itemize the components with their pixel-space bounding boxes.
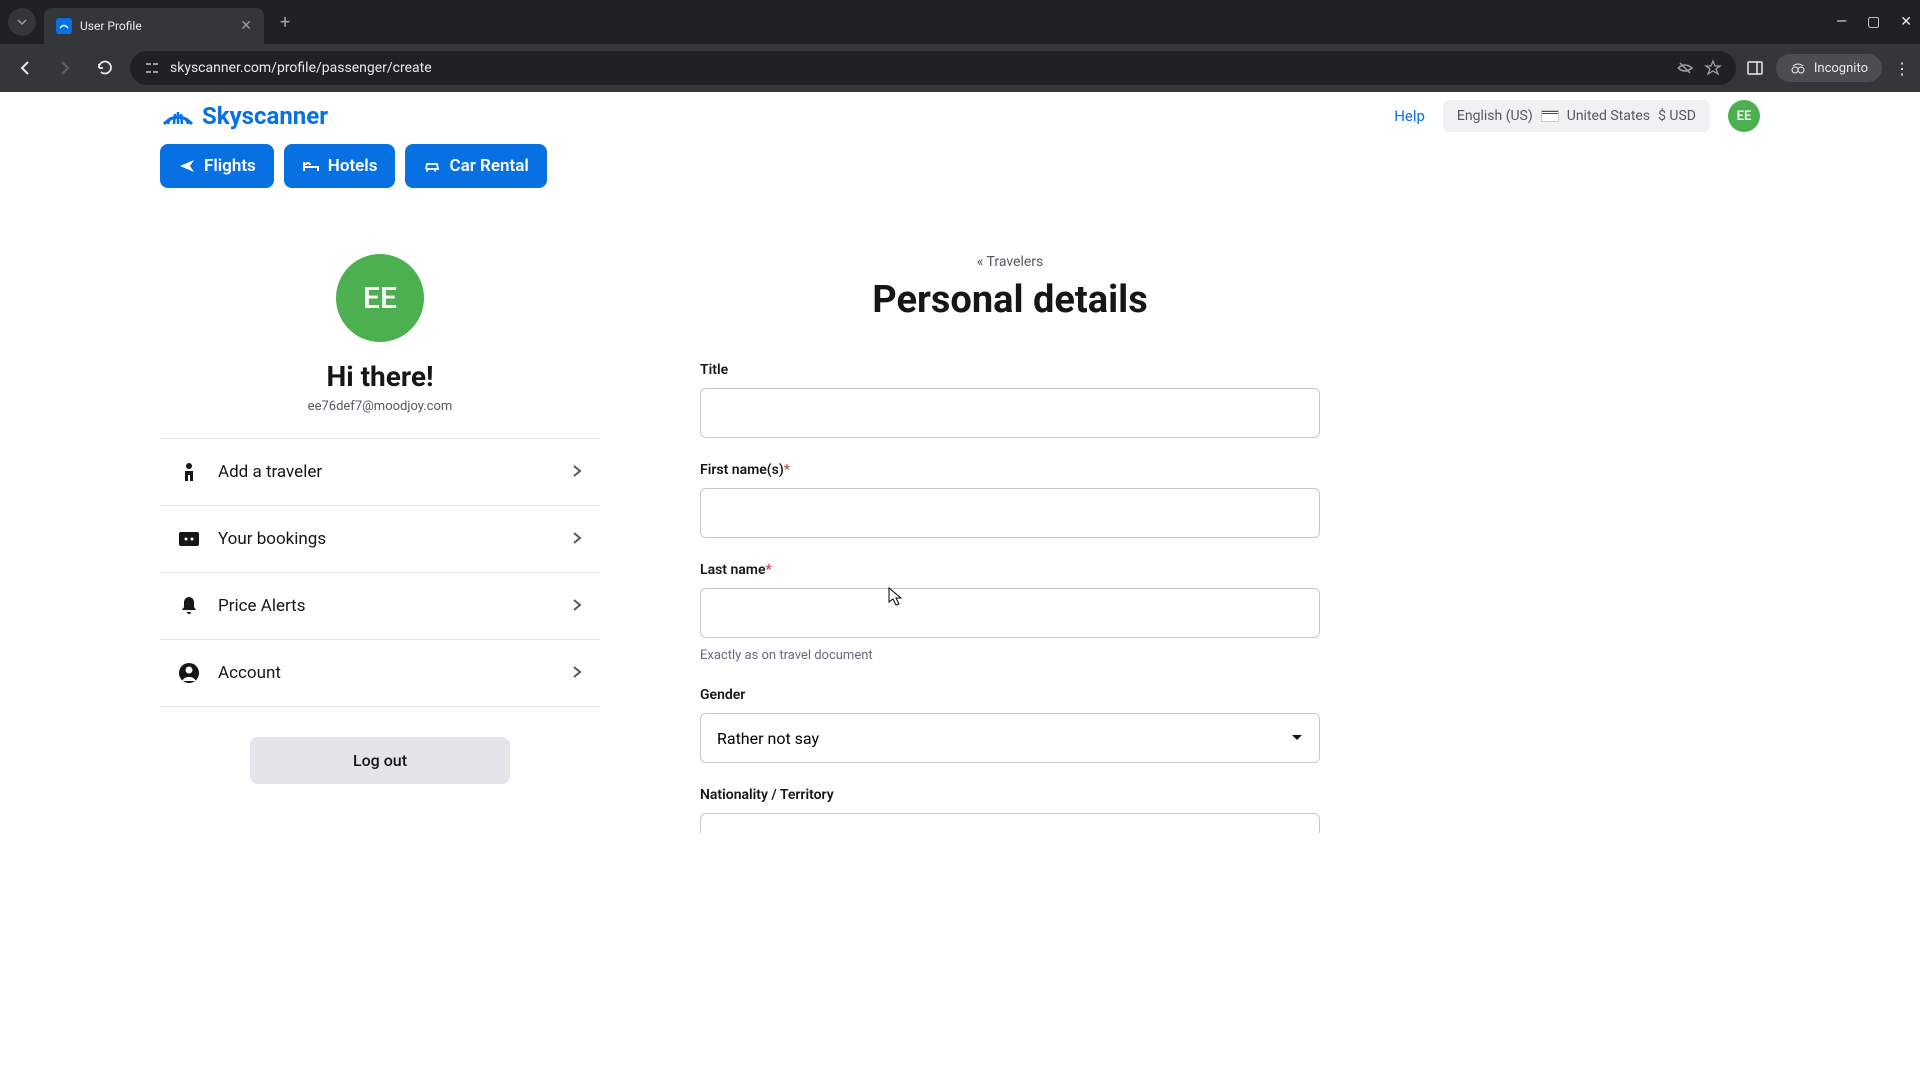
sidebar-item-account[interactable]: Account <box>160 639 600 707</box>
browser-tab-bar: User Profile ✕ + — ▢ ✕ <box>0 0 1920 44</box>
last-name-input[interactable] <box>700 588 1320 638</box>
chevron-right-icon <box>572 664 582 683</box>
tab-search-button[interactable] <box>8 8 36 36</box>
reload-button[interactable] <box>90 53 120 83</box>
url-text: skyscanner.com/profile/passenger/create <box>170 60 1666 76</box>
side-panel-icon[interactable] <box>1746 59 1764 77</box>
field-gender: Gender Rather not say <box>700 687 1320 763</box>
title-input[interactable] <box>700 388 1320 438</box>
field-last-name: Last name* Exactly as on travel document <box>700 562 1320 663</box>
new-tab-button[interactable]: + <box>280 12 290 33</box>
language-label: English (US) <box>1457 108 1533 124</box>
form-content: « Travelers Personal details Title First… <box>700 254 1320 857</box>
browser-menu-button[interactable]: ⋮ <box>1894 59 1910 78</box>
hotels-tab[interactable]: Hotels <box>284 144 396 188</box>
ticket-icon <box>178 528 200 550</box>
chevron-right-icon <box>572 530 582 549</box>
greeting-text: Hi there! <box>160 360 600 393</box>
main-content: EE Hi there! ee76def7@moodjoy.com Add a … <box>0 204 1920 907</box>
user-avatar[interactable]: EE <box>1728 100 1760 132</box>
close-tab-button[interactable]: ✕ <box>240 18 252 34</box>
arrow-left-icon <box>16 59 34 77</box>
menu-label: Add a traveler <box>218 462 554 482</box>
browser-toolbar: skyscanner.com/profile/passenger/create … <box>0 44 1920 92</box>
help-link[interactable]: Help <box>1394 107 1425 125</box>
plane-icon <box>178 157 196 175</box>
minimize-button[interactable]: — <box>1836 14 1847 30</box>
sidebar-item-add-traveler[interactable]: Add a traveler <box>160 438 600 505</box>
region-selector[interactable]: English (US) United States $ USD <box>1443 100 1710 132</box>
dropdown-caret-icon <box>1291 734 1303 742</box>
breadcrumb-travelers[interactable]: « Travelers <box>700 254 1320 270</box>
us-flag-icon <box>1541 110 1559 122</box>
first-name-label: First name(s)* <box>700 462 1320 478</box>
incognito-icon <box>1790 60 1806 76</box>
arrow-right-icon <box>56 59 74 77</box>
favicon-icon <box>56 18 72 34</box>
profile-header: EE Hi there! ee76def7@moodjoy.com <box>160 254 600 438</box>
account-icon <box>178 662 200 684</box>
currency-label: $ USD <box>1658 108 1696 124</box>
flights-label: Flights <box>204 156 256 176</box>
first-name-input[interactable] <box>700 488 1320 538</box>
field-first-name: First name(s)* <box>700 462 1320 538</box>
nationality-label: Nationality / Territory <box>700 787 1320 803</box>
bell-icon <box>178 595 200 617</box>
menu-label: Account <box>218 663 554 683</box>
title-label: Title <box>700 362 1320 378</box>
car-rental-tab[interactable]: Car Rental <box>405 144 546 188</box>
gender-value: Rather not say <box>717 729 819 748</box>
field-nationality: Nationality / Territory <box>700 787 1320 833</box>
browser-tab[interactable]: User Profile ✕ <box>44 8 264 44</box>
logout-button[interactable]: Log out <box>250 737 510 784</box>
last-name-label: Last name* <box>700 562 1320 578</box>
page-content: Skyscanner Help English (US) United Stat… <box>0 92 1920 1080</box>
incognito-label: Incognito <box>1814 61 1868 76</box>
site-settings-icon[interactable] <box>144 60 160 76</box>
bookmark-star-icon[interactable] <box>1704 59 1722 77</box>
profile-sidebar: EE Hi there! ee76def7@moodjoy.com Add a … <box>160 254 600 857</box>
product-nav: Flights Hotels Car Rental <box>0 144 1920 204</box>
back-button[interactable] <box>10 53 40 83</box>
page-title: Personal details <box>700 278 1320 322</box>
chevron-down-icon <box>16 16 28 28</box>
tab-title: User Profile <box>80 19 232 33</box>
logo-text: Skyscanner <box>202 102 328 130</box>
last-name-hint: Exactly as on travel document <box>700 648 1320 663</box>
chevron-right-icon <box>572 463 582 482</box>
field-title: Title <box>700 362 1320 438</box>
user-email: ee76def7@moodjoy.com <box>160 399 600 414</box>
eye-off-icon[interactable] <box>1676 59 1694 77</box>
country-label: United States <box>1567 108 1650 124</box>
hotels-label: Hotels <box>328 156 378 176</box>
person-icon <box>178 461 200 483</box>
sidebar-item-price-alerts[interactable]: Price Alerts <box>160 572 600 639</box>
maximize-button[interactable]: ▢ <box>1867 14 1880 30</box>
incognito-badge[interactable]: Incognito <box>1776 54 1882 82</box>
gender-label: Gender <box>700 687 1320 703</box>
address-bar[interactable]: skyscanner.com/profile/passenger/create <box>130 51 1736 85</box>
car-rental-label: Car Rental <box>449 156 528 176</box>
menu-label: Your bookings <box>218 529 554 549</box>
close-window-button[interactable]: ✕ <box>1900 14 1912 30</box>
nationality-select[interactable] <box>700 813 1320 833</box>
gender-select[interactable]: Rather not say <box>700 713 1320 763</box>
menu-label: Price Alerts <box>218 596 554 616</box>
forward-button[interactable] <box>50 53 80 83</box>
chevron-right-icon <box>572 597 582 616</box>
skyscanner-logo[interactable]: Skyscanner <box>160 102 328 130</box>
profile-avatar: EE <box>336 254 424 342</box>
site-header: Skyscanner Help English (US) United Stat… <box>0 92 1920 144</box>
bed-icon <box>302 157 320 175</box>
flights-tab[interactable]: Flights <box>160 144 274 188</box>
reload-icon <box>96 59 114 77</box>
sidebar-item-bookings[interactable]: Your bookings <box>160 505 600 572</box>
car-icon <box>423 157 441 175</box>
logo-icon <box>160 104 196 128</box>
